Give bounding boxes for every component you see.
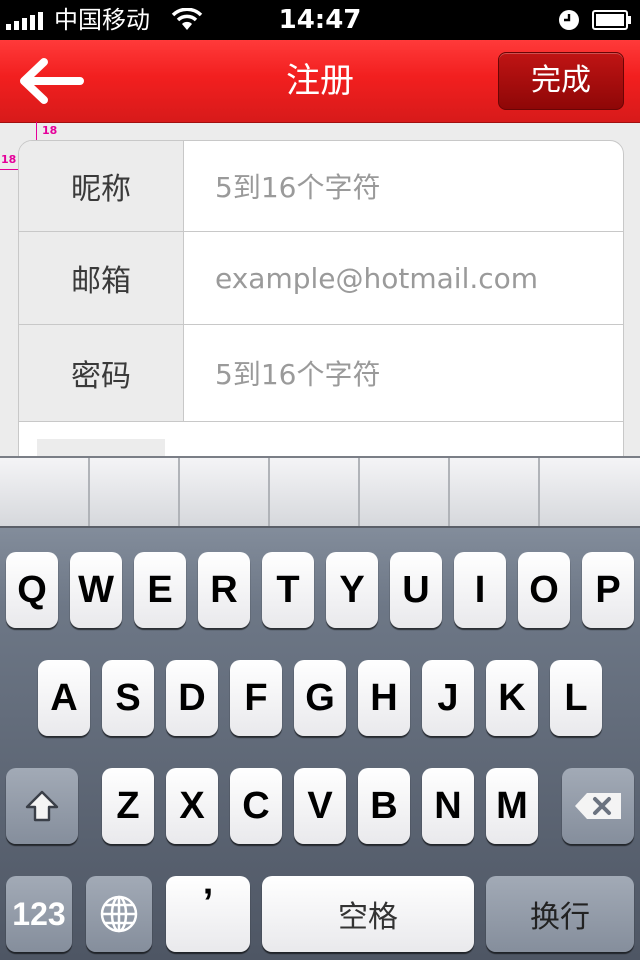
- email-row: 邮箱 example@hotmail.com: [19, 232, 623, 325]
- candidate-cell[interactable]: [180, 458, 270, 526]
- key-f[interactable]: F: [230, 660, 282, 736]
- key-u[interactable]: U: [390, 552, 442, 628]
- spacing-guide-top-label: 18: [42, 124, 58, 137]
- key-s[interactable]: S: [102, 660, 154, 736]
- candidate-cell[interactable]: [270, 458, 360, 526]
- nickname-label: 昵称: [19, 141, 184, 231]
- key-o[interactable]: O: [518, 552, 570, 628]
- spacing-guide-top: [36, 122, 37, 140]
- return-key[interactable]: 换行: [486, 876, 634, 952]
- key-q[interactable]: Q: [6, 552, 58, 628]
- candidate-bar: [0, 456, 640, 528]
- space-key[interactable]: 空格: [262, 876, 474, 952]
- navigation-bar: 注册 完成: [0, 40, 640, 123]
- candidate-cell[interactable]: [540, 458, 640, 526]
- alarm-clock-icon: [559, 10, 579, 30]
- password-row: 密码 5到16个字符: [19, 325, 623, 422]
- shift-key[interactable]: [6, 768, 78, 844]
- key-d[interactable]: D: [166, 660, 218, 736]
- apostrophe-key[interactable]: ’: [166, 876, 250, 952]
- key-i[interactable]: I: [454, 552, 506, 628]
- battery-icon: [592, 10, 631, 30]
- candidate-cell[interactable]: [90, 458, 180, 526]
- back-arrow-icon[interactable]: [14, 54, 88, 108]
- key-x[interactable]: X: [166, 768, 218, 844]
- numbers-key[interactable]: 123: [6, 876, 72, 952]
- candidate-cell[interactable]: [360, 458, 450, 526]
- registration-form: 昵称 5到16个字符 邮箱 example@hotmail.com 密码 5到1…: [18, 140, 624, 482]
- key-b[interactable]: B: [358, 768, 410, 844]
- key-m[interactable]: M: [486, 768, 538, 844]
- key-t[interactable]: T: [262, 552, 314, 628]
- key-e[interactable]: E: [134, 552, 186, 628]
- key-w[interactable]: W: [70, 552, 122, 628]
- backspace-icon: [575, 793, 621, 819]
- nickname-input[interactable]: 5到16个字符: [215, 141, 615, 231]
- shift-arrow-icon: [25, 790, 59, 822]
- key-v[interactable]: V: [294, 768, 346, 844]
- status-time: 14:47: [278, 5, 362, 35]
- globe-key[interactable]: [86, 876, 152, 952]
- key-n[interactable]: N: [422, 768, 474, 844]
- key-c[interactable]: C: [230, 768, 282, 844]
- nickname-row: 昵称 5到16个字符: [19, 141, 623, 232]
- done-button[interactable]: 完成: [498, 52, 624, 110]
- candidate-cell[interactable]: [450, 458, 540, 526]
- key-z[interactable]: Z: [102, 768, 154, 844]
- key-y[interactable]: Y: [326, 552, 378, 628]
- candidate-cell[interactable]: [0, 458, 90, 526]
- password-input[interactable]: 5到16个字符: [215, 325, 615, 421]
- key-r[interactable]: R: [198, 552, 250, 628]
- key-g[interactable]: G: [294, 660, 346, 736]
- key-l[interactable]: L: [550, 660, 602, 736]
- globe-icon: [100, 895, 138, 933]
- key-a[interactable]: A: [38, 660, 90, 736]
- password-label: 密码: [19, 325, 184, 421]
- key-p[interactable]: P: [582, 552, 634, 628]
- spacing-guide-left: [0, 169, 18, 170]
- key-k[interactable]: K: [486, 660, 538, 736]
- key-j[interactable]: J: [422, 660, 474, 736]
- backspace-key[interactable]: [562, 768, 634, 844]
- keyboard: Q W E R T Y U I O P A S D F G H J K L Z …: [0, 456, 640, 960]
- status-bar: 中国移动 14:47: [0, 0, 640, 40]
- key-h[interactable]: H: [358, 660, 410, 736]
- spacing-guide-left-label: 18: [1, 153, 17, 166]
- email-label: 邮箱: [19, 232, 184, 324]
- email-input[interactable]: example@hotmail.com: [215, 232, 615, 324]
